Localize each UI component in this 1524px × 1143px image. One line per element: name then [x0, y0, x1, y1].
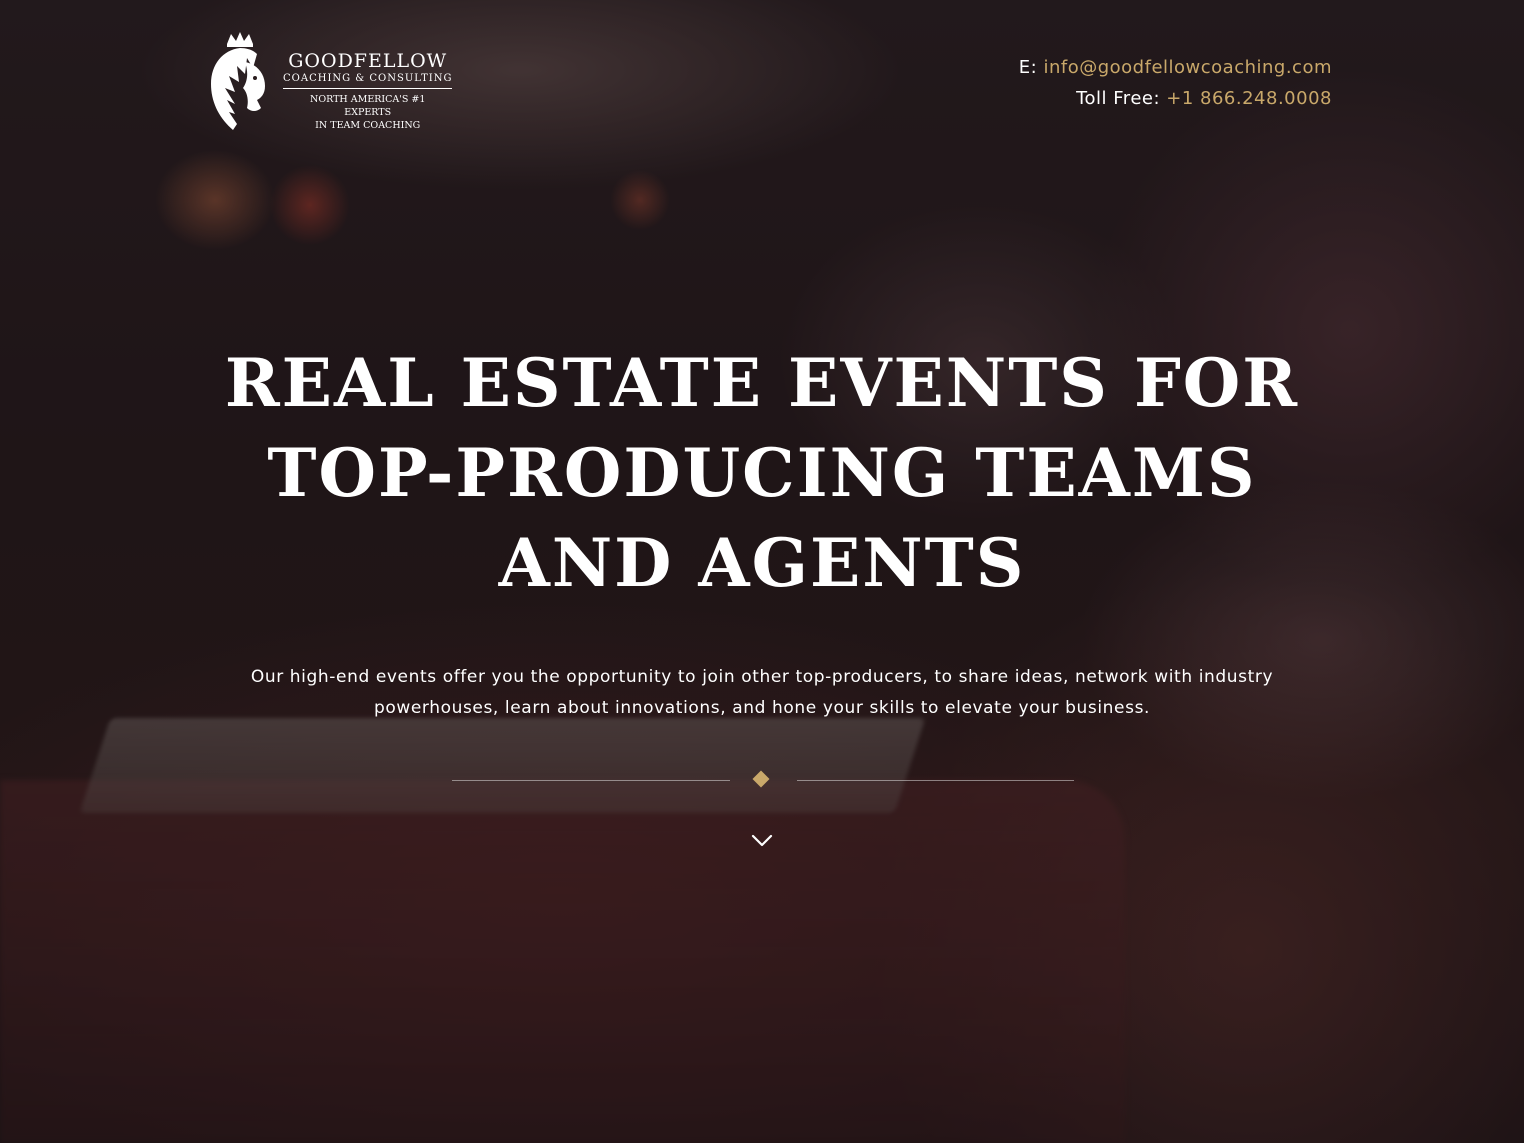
hero-description: Our high-end events offer you the opport… [212, 662, 1312, 724]
hero-description-line1: Our high-end events offer you the opport… [250, 667, 1274, 687]
hero-title-line2: TOP-PRODUCING TEAMS [267, 434, 1257, 512]
brand-tagline: NORTH AMERICA'S #1 EXPERTS IN TEAM COACH… [285, 93, 450, 132]
hero-section: GOODFELLOW COACHING & CONSULTING NORTH A… [0, 0, 1524, 1143]
lion-crest-icon [211, 32, 265, 130]
brand-name: GOODFELLOW [288, 50, 448, 72]
phone-link[interactable]: +1 866.248.0008 [1166, 88, 1332, 109]
site-logo[interactable]: GOODFELLOW COACHING & CONSULTING NORTH A… [205, 32, 453, 132]
chevron-down-icon[interactable] [750, 828, 774, 852]
logo-text: GOODFELLOW COACHING & CONSULTING NORTH A… [283, 32, 453, 132]
contact-phone-row: Toll Free: +1 866.248.0008 [1019, 83, 1332, 114]
hero-title-line1: REAL ESTATE EVENTS FOR [224, 344, 1300, 422]
divider-line-left [452, 780, 730, 781]
phone-label: Toll Free: [1076, 88, 1161, 109]
brand-tagline-line1: NORTH AMERICA'S #1 EXPERTS [310, 94, 426, 118]
diamond-icon [752, 770, 770, 788]
email-label: E: [1018, 57, 1038, 78]
brand-subtitle: COACHING & CONSULTING [283, 72, 453, 89]
hero-title-line3: AND AGENTS [498, 524, 1026, 602]
divider-line-right [797, 780, 1074, 781]
contact-email-row: E: info@goodfellowcoaching.com [1019, 52, 1332, 83]
section-divider [452, 770, 1074, 790]
hero-title: REAL ESTATE EVENTS FOR TOP-PRODUCING TEA… [0, 338, 1524, 608]
email-link[interactable]: info@goodfellowcoaching.com [1043, 57, 1332, 78]
brand-tagline-line2: IN TEAM COACHING [315, 120, 421, 131]
contact-info: E: info@goodfellowcoaching.com Toll Free… [1019, 52, 1332, 114]
hero-description-line2: powerhouses, learn about innovations, an… [373, 698, 1151, 718]
